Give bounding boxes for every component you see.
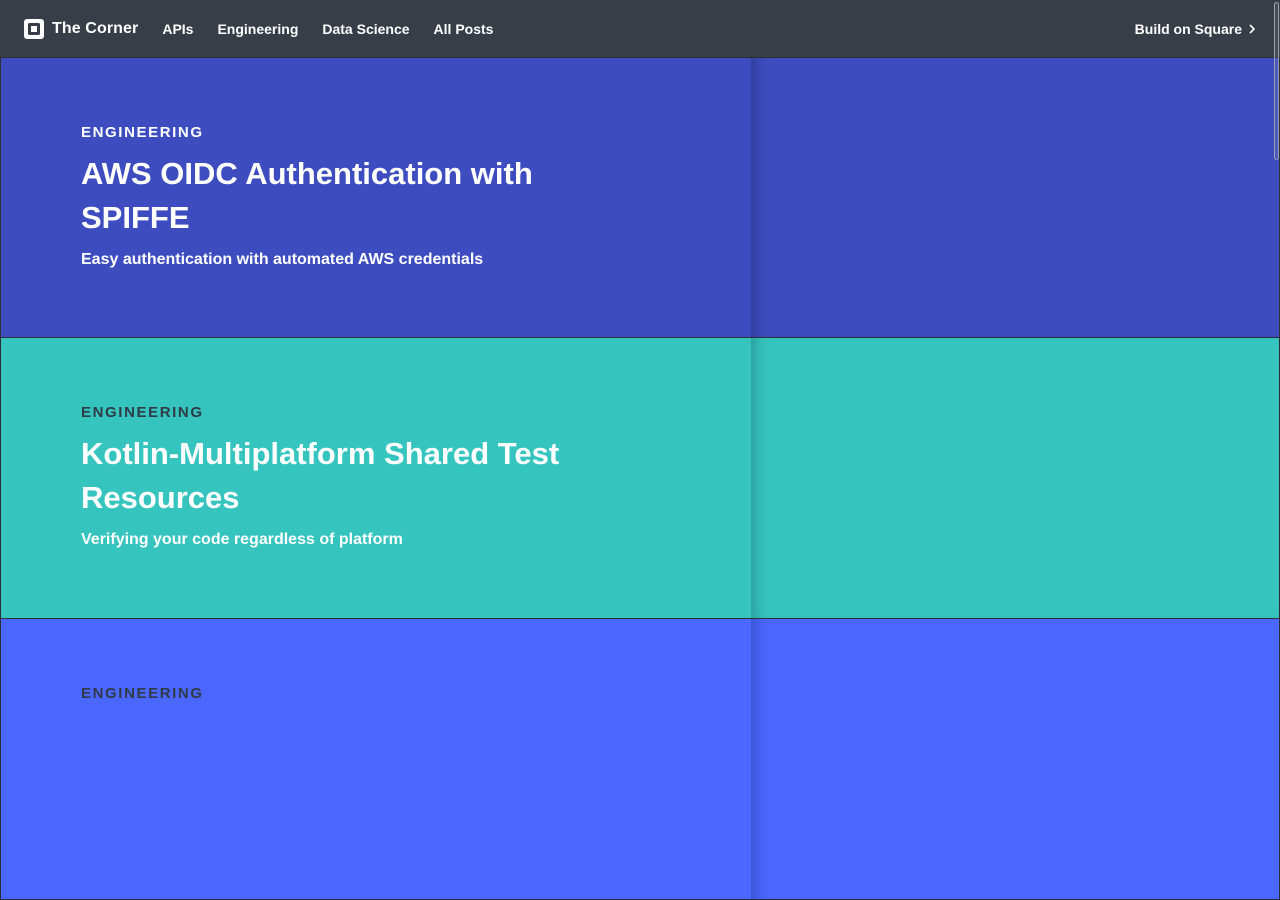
post-image-panel <box>751 338 1279 618</box>
post-title[interactable]: Kotlin-Multiplatform Shared Test Resourc… <box>81 432 571 520</box>
nav-link-data-science[interactable]: Data Science <box>322 21 409 37</box>
post-subtitle: Easy authentication with automated AWS c… <box>81 251 484 268</box>
post-category[interactable]: ENGINEERING <box>81 685 751 703</box>
build-on-square-link[interactable]: Build on Square <box>1135 21 1256 37</box>
post-card[interactable]: ENGINEERING AWS OIDC Authentication with… <box>0 57 1280 338</box>
post-text-panel: ENGINEERING Kotlin-Multiplatform Shared … <box>1 338 751 618</box>
top-navigation: The Corner APIs Engineering Data Science… <box>0 0 1280 57</box>
post-title[interactable]: AWS OIDC Authentication with SPIFFE <box>81 152 571 240</box>
post-card[interactable]: ENGINEERING Kotlin-Multiplatform Shared … <box>0 338 1280 619</box>
post-text-panel: ENGINEERING <box>1 619 751 899</box>
scrollbar-thumb[interactable] <box>1274 2 1279 160</box>
post-image-panel <box>751 619 1279 899</box>
post-list: ENGINEERING AWS OIDC Authentication with… <box>0 57 1280 900</box>
nav-link-apis[interactable]: APIs <box>162 21 193 37</box>
post-category[interactable]: ENGINEERING <box>81 404 751 422</box>
post-category[interactable]: ENGINEERING <box>81 124 751 142</box>
build-on-square-label: Build on Square <box>1134 20 1242 37</box>
post-subtitle: Verifying your code regardless of platfo… <box>81 531 403 548</box>
brand-link[interactable]: The Corner <box>24 18 139 39</box>
chevron-right-icon <box>1249 23 1256 34</box>
post-card[interactable]: ENGINEERING <box>0 619 1280 900</box>
post-text-panel: ENGINEERING AWS OIDC Authentication with… <box>1 58 751 337</box>
nav-link-all-posts[interactable]: All Posts <box>434 21 494 37</box>
nav-link-engineering[interactable]: Engineering <box>217 21 298 37</box>
brand-name: The Corner <box>52 19 139 37</box>
square-logo-icon <box>24 18 44 39</box>
post-image-panel <box>751 58 1279 337</box>
